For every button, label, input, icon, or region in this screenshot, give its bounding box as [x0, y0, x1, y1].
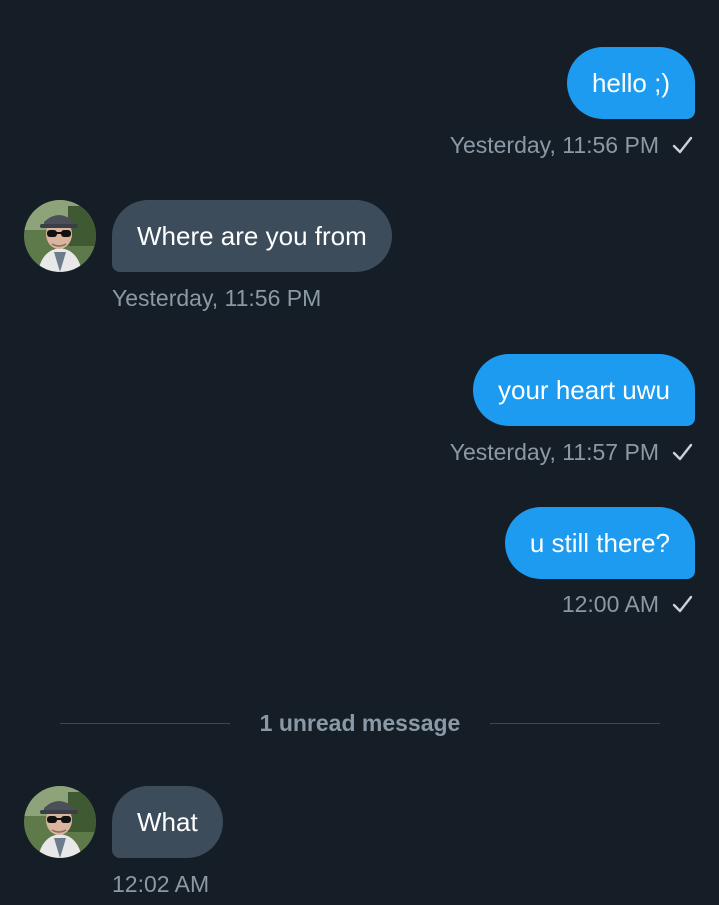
message-timestamp: 12:00 AM — [562, 589, 693, 619]
timestamp-text: 12:02 AM — [112, 871, 210, 897]
unread-label: 1 unread message — [259, 709, 461, 736]
message-text: your heart uwu — [498, 375, 670, 405]
message-timestamp: 12:02 AM — [112, 869, 209, 899]
sent-message-bubble[interactable]: your heart uwu — [473, 354, 695, 426]
timestamp-text: Yesterday, 11:57 PM — [449, 439, 659, 465]
received-message-bubble[interactable]: Where are you from — [112, 200, 392, 272]
timestamp-text: Yesterday, 11:56 PM — [449, 132, 659, 158]
divider-line — [490, 722, 660, 724]
message-thread: hello ;) Yesterday, 11:56 PM Where are y… — [0, 0, 719, 905]
timestamp-text: 12:00 AM — [561, 591, 659, 617]
check-icon — [672, 136, 693, 154]
message-text: What — [137, 807, 198, 837]
message-text: Where are you from — [137, 221, 367, 251]
unread-divider: 1 unread message — [60, 708, 660, 738]
timestamp-text: Yesterday, 11:56 PM — [112, 285, 322, 311]
received-message-bubble[interactable]: What — [112, 786, 223, 858]
message-text: hello ;) — [591, 68, 670, 98]
avatar-image — [24, 786, 96, 858]
message-timestamp: Yesterday, 11:56 PM — [112, 283, 321, 313]
message-text: u still there? — [529, 528, 670, 558]
divider-line — [60, 722, 230, 724]
check-icon — [672, 595, 693, 613]
check-icon — [672, 443, 693, 461]
sent-message-bubble[interactable]: hello ;) — [566, 47, 695, 119]
sent-message-bubble[interactable]: u still there? — [504, 507, 695, 579]
sender-avatar[interactable] — [24, 200, 96, 272]
avatar-image — [24, 200, 96, 272]
sender-avatar[interactable] — [24, 786, 96, 858]
message-timestamp: Yesterday, 11:57 PM — [450, 437, 693, 467]
message-timestamp: Yesterday, 11:56 PM — [450, 130, 693, 160]
